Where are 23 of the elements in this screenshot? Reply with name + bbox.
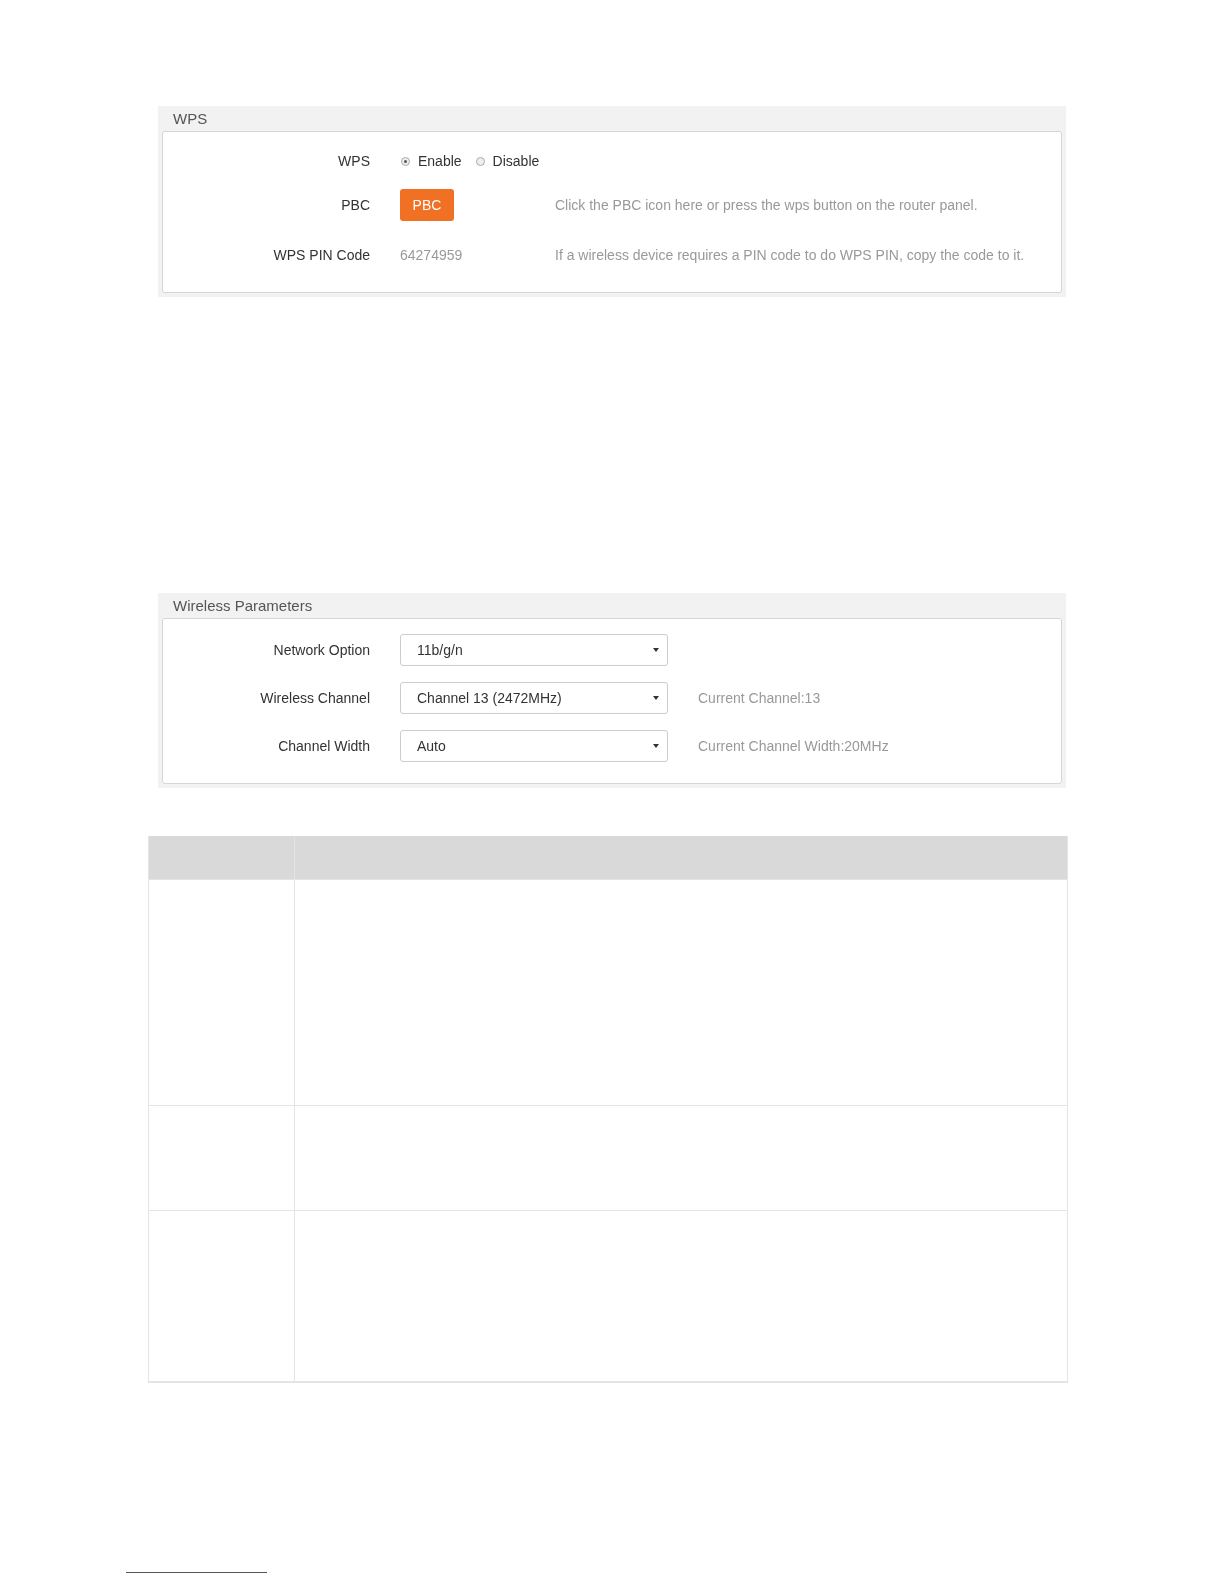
pin-code: 64274959 bbox=[400, 247, 464, 263]
status-text: Current Channel Width:20MHz bbox=[698, 738, 890, 754]
dropdown[interactable]: Auto bbox=[400, 730, 668, 762]
caret-icon bbox=[653, 696, 659, 700]
help-text: If a wireless device requires a PIN code to do WPS PIN, copy the code to it. bbox=[555, 247, 1026, 263]
dropdown[interactable]: Channel 13 (2472MHz) bbox=[400, 682, 668, 714]
radio-label: Enable bbox=[418, 153, 462, 169]
field-label: WPS PIN Code bbox=[272, 247, 370, 263]
panel-title: Wireless Parameters bbox=[172, 596, 314, 616]
field-label: Channel Width bbox=[277, 738, 370, 754]
caret-icon bbox=[653, 648, 659, 652]
panel-title: WPS bbox=[172, 109, 209, 129]
radio-option[interactable]: Enable bbox=[401, 153, 462, 169]
field-label: WPS bbox=[337, 153, 370, 169]
field-label: PBC bbox=[340, 197, 370, 213]
field-label: Wireless Channel bbox=[259, 690, 370, 706]
caret-icon bbox=[653, 744, 659, 748]
dropdown[interactable]: 11b/g/n bbox=[400, 634, 668, 666]
status-text: Current Channel:13 bbox=[698, 690, 822, 706]
help-text: Click the PBC icon here or press the wps button on the router panel. bbox=[555, 197, 979, 213]
radio-label: Disable bbox=[492, 153, 540, 169]
field-label: Network Option bbox=[272, 642, 370, 658]
radio-option[interactable]: Disable bbox=[475, 153, 540, 169]
